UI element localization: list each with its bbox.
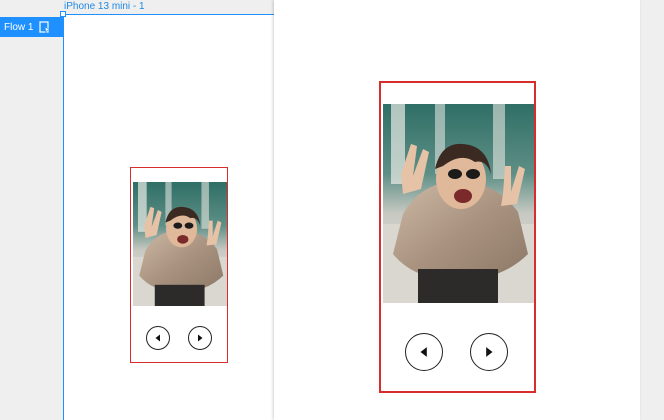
flow-start-tag[interactable]: Flow 1 <box>0 17 64 37</box>
flow-label: Flow 1 <box>4 21 34 33</box>
arrow-right-icon <box>198 334 203 342</box>
arrow-right-icon <box>486 347 493 357</box>
play-flow-icon <box>39 21 52 33</box>
previous-button[interactable] <box>146 326 170 350</box>
woman-peace-sign-photo <box>133 182 227 306</box>
image-carousel-card-preview[interactable] <box>379 81 536 393</box>
previous-button[interactable] <box>405 333 443 371</box>
next-button[interactable] <box>188 326 212 350</box>
next-button[interactable] <box>470 333 508 371</box>
design-canvas[interactable]: iPhone 13 mini - 1 Flow 1 <box>0 0 664 420</box>
woman-peace-sign-photo <box>383 104 534 303</box>
frame-name-label[interactable]: iPhone 13 mini - 1 <box>64 1 145 12</box>
arrow-left-icon <box>420 347 427 357</box>
carousel-photo-preview <box>383 104 534 303</box>
arrow-left-icon <box>155 334 160 342</box>
carousel-photo <box>133 182 227 306</box>
image-carousel-card[interactable] <box>130 167 228 363</box>
